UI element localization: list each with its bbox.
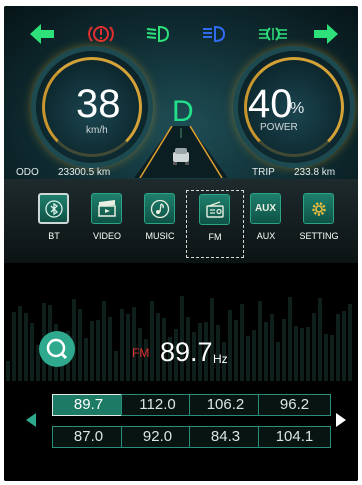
bt-button[interactable]: BT xyxy=(28,193,80,257)
equalizer-bar xyxy=(30,323,34,381)
video-label: VIDEO xyxy=(92,231,121,241)
brake-warning-icon xyxy=(86,22,116,46)
speed-value: 38 xyxy=(76,82,121,126)
bluetooth-icon xyxy=(38,193,69,224)
equalizer-bar xyxy=(252,330,256,381)
clapperboard-icon xyxy=(91,193,122,224)
gear-indicator: D xyxy=(172,95,194,128)
equalizer-bar xyxy=(84,338,88,381)
radio-panel: FM 89.7 Hz 89.7 112.0 106.2 96.2 87.0 92… xyxy=(4,263,358,481)
music-note-icon xyxy=(144,193,175,224)
power-value: 40 xyxy=(248,82,293,126)
instrument-cluster: 38 km/h 40 % POWER D ODO 23300.5 km TRIP… xyxy=(4,6,358,179)
equalizer-bar xyxy=(324,334,328,381)
frequency-unit: Hz xyxy=(213,352,228,366)
equalizer-bar xyxy=(12,312,16,381)
power-percent: % xyxy=(290,100,305,117)
equalizer-bar xyxy=(228,310,232,381)
equalizer-bar xyxy=(150,301,154,381)
next-page-arrow[interactable] xyxy=(336,413,346,427)
equalizer-bar xyxy=(78,309,82,381)
aux-button[interactable]: AUX AUX xyxy=(240,193,292,257)
equalizer-bar xyxy=(264,322,268,381)
left-arrow-icon xyxy=(28,22,58,46)
equalizer-bar xyxy=(312,313,316,381)
equalizer-bar xyxy=(348,304,352,381)
preset-2[interactable]: 112.0 xyxy=(121,394,194,416)
preset-7[interactable]: 84.3 xyxy=(189,426,262,448)
equalizer-bar xyxy=(294,326,298,381)
equalizer-bar xyxy=(132,307,136,381)
equalizer-bar xyxy=(288,297,292,381)
preset-5[interactable]: 87.0 xyxy=(52,426,125,448)
equalizer-bar xyxy=(126,314,130,381)
equalizer-bar xyxy=(276,342,280,381)
equalizer-bar xyxy=(270,314,274,381)
equalizer-bar xyxy=(282,319,286,381)
video-button[interactable]: VIDEO xyxy=(81,193,133,257)
equalizer-bar xyxy=(120,309,124,381)
music-button[interactable]: MUSIC xyxy=(134,193,186,257)
equalizer-bar xyxy=(90,321,94,381)
equalizer-bar xyxy=(96,320,100,381)
dashboard-screen: 38 km/h 40 % POWER D ODO 23300.5 km TRIP… xyxy=(4,6,358,481)
search-icon xyxy=(46,338,68,360)
setting-button[interactable]: SETTING xyxy=(293,193,345,257)
odo-value: 23300.5 km xyxy=(58,167,111,178)
trip-value: 233.8 km xyxy=(294,167,336,178)
preset-1[interactable]: 89.7 xyxy=(52,394,125,416)
frequency-display: 89.7 xyxy=(160,337,213,367)
function-bar: BT VIDEO MUSIC FM AUX AUX SETTING xyxy=(4,179,358,263)
equalizer-bar xyxy=(306,327,310,381)
equalizer-bar xyxy=(18,306,22,381)
speed-unit: km/h xyxy=(86,125,108,136)
trip-label: TRIP xyxy=(252,167,275,178)
equalizer-bar xyxy=(258,301,262,381)
equalizer-bar xyxy=(24,313,28,381)
preset-4[interactable]: 96.2 xyxy=(258,394,331,416)
equalizer-bar xyxy=(300,328,304,381)
equalizer-bar xyxy=(114,351,118,381)
equalizer-bar xyxy=(234,320,238,381)
search-button[interactable] xyxy=(39,331,75,367)
equalizer-bar xyxy=(246,336,250,381)
equalizer-bar xyxy=(330,335,334,381)
bt-label: BT xyxy=(48,231,60,241)
preset-6[interactable]: 92.0 xyxy=(121,426,194,448)
preset-8[interactable]: 104.1 xyxy=(258,426,331,448)
equalizer-bar xyxy=(336,314,340,381)
fm-label: FM xyxy=(208,232,222,242)
prev-page-arrow[interactable] xyxy=(26,413,36,427)
fm-button[interactable]: FM xyxy=(186,190,244,258)
high-beam-icon xyxy=(200,22,230,46)
odo-label: ODO xyxy=(16,167,39,178)
aux-icon: AUX xyxy=(250,193,281,224)
power-label: POWER xyxy=(260,122,298,133)
setting-label: SETTING xyxy=(299,231,339,241)
preset-3[interactable]: 106.2 xyxy=(189,394,262,416)
radio-icon xyxy=(199,194,230,225)
fog-light-icon xyxy=(258,22,288,46)
right-arrow-icon xyxy=(310,22,340,46)
equalizer-bar xyxy=(6,361,10,381)
equalizer-bar xyxy=(342,311,346,381)
gear-icon xyxy=(303,193,334,224)
music-label: MUSIC xyxy=(145,231,175,241)
aux-label: AUX xyxy=(256,231,276,241)
equalizer-bar xyxy=(318,298,322,381)
equalizer-bar xyxy=(108,317,112,381)
low-beam-icon xyxy=(144,22,174,46)
equalizer-bar xyxy=(240,304,244,381)
band-label: FM xyxy=(132,346,150,360)
car-icon xyxy=(173,148,189,165)
equalizer-bar xyxy=(102,301,106,381)
